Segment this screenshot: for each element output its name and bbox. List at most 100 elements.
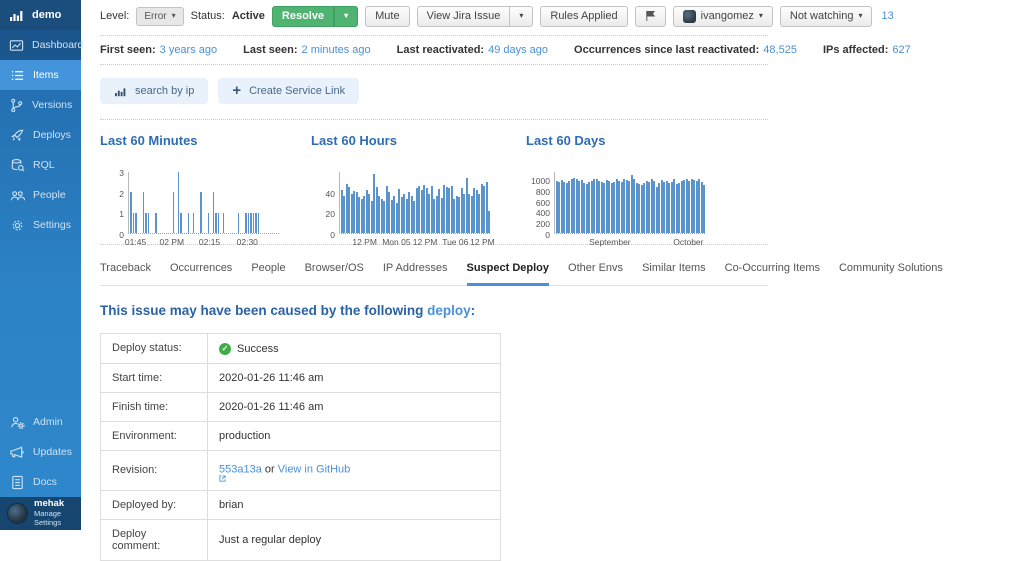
sidebar-item-people[interactable]: People bbox=[0, 180, 81, 210]
row-value: production bbox=[207, 420, 501, 451]
sidebar-item-dashboard[interactable]: Dashboard bbox=[0, 30, 84, 60]
sidebar-item-label: Admin bbox=[33, 416, 63, 428]
chevron-down-icon: ▾ bbox=[344, 11, 349, 20]
manage-settings-link[interactable]: Manage Settings bbox=[34, 509, 74, 527]
row-value: 2020-01-26 11:46 am bbox=[207, 362, 501, 393]
last-seen-link[interactable]: 2 minutes ago bbox=[302, 44, 371, 56]
chart-plot: 40 20 0 12 PM Mon 05 12 PM Tue 06 12 PM bbox=[311, 172, 526, 247]
chart-title: Last 60 Minutes bbox=[100, 133, 198, 148]
main-panel: Level: Error ▾ Status: Active Resolve ▾ … bbox=[81, 0, 1023, 561]
row-value: ✓ Success bbox=[207, 333, 501, 364]
table-row: Start time: 2020-01-26 11:46 am bbox=[100, 362, 501, 393]
row-value: Just a regular deploy bbox=[207, 519, 501, 561]
row-label: Finish time: bbox=[100, 391, 208, 422]
sidebar-item-label: Items bbox=[33, 69, 59, 81]
tab-occurrences[interactable]: Occurrences bbox=[170, 253, 232, 285]
chart-bars bbox=[128, 172, 279, 234]
tab-other-envs[interactable]: Other Envs bbox=[568, 253, 623, 285]
tab-people[interactable]: People bbox=[251, 253, 285, 285]
plus-icon: + bbox=[232, 82, 242, 99]
table-row: Deploy comment: Just a regular deploy bbox=[100, 519, 501, 561]
chart-title: Last 60 Days bbox=[526, 133, 606, 148]
brand-label: demo bbox=[32, 9, 62, 21]
stat-ips-affected: IPs affected: 627 bbox=[822, 44, 911, 56]
tab-suspect-deploy[interactable]: Suspect Deploy bbox=[466, 253, 550, 286]
sidebar-item-updates[interactable]: Updates bbox=[0, 437, 81, 467]
gear-icon bbox=[9, 218, 25, 233]
sidebar-item-rql[interactable]: RQL bbox=[0, 150, 81, 180]
chart-y-axis: 40 20 0 bbox=[325, 188, 335, 240]
sidebar-item-docs[interactable]: Docs bbox=[0, 467, 81, 497]
sidebar-item-label: Deploys bbox=[33, 129, 71, 141]
assignee-dropdown[interactable]: ivangomez ▾ bbox=[672, 5, 773, 27]
item-tabs: Traceback Occurrences People Browser/OS … bbox=[100, 253, 943, 286]
first-seen-link[interactable]: 3 years ago bbox=[160, 44, 217, 56]
deploys-rocket-icon bbox=[9, 128, 25, 143]
status-value: Active bbox=[231, 10, 265, 22]
chart-last-60-days: Last 60 Days 1000 800 600 400 200 0 September… bbox=[526, 133, 768, 247]
resolve-button[interactable]: Resolve bbox=[271, 5, 335, 27]
tab-similar-items[interactable]: Similar Items bbox=[642, 253, 706, 285]
tab-co-occurring-items[interactable]: Co-Occurring Items bbox=[725, 253, 820, 285]
chart-x-axis: 12 PM Mon 05 12 PM Tue 06 12 PM bbox=[352, 237, 495, 247]
view-jira-issue-button[interactable]: View Jira Issue bbox=[416, 5, 511, 27]
tab-traceback[interactable]: Traceback bbox=[100, 253, 151, 285]
rules-applied-button[interactable]: Rules Applied bbox=[540, 5, 628, 27]
table-row: Finish time: 2020-01-26 11:46 am bbox=[100, 391, 501, 422]
external-link-icon bbox=[219, 475, 489, 482]
tab-browser-os[interactable]: Browser/OS bbox=[305, 253, 364, 285]
sidebar: demo Dashboard Items Versions Deploys RQ… bbox=[0, 0, 84, 530]
deploy-link[interactable]: deploy bbox=[427, 303, 471, 318]
table-row: Revision: 553a13a or View in GitHub bbox=[100, 449, 501, 492]
flag-button[interactable] bbox=[634, 5, 666, 27]
sidebar-item-label: People bbox=[33, 189, 66, 201]
brand[interactable]: demo bbox=[0, 0, 81, 30]
watching-dropdown[interactable]: Not watching ▾ bbox=[779, 5, 873, 27]
ips-affected-link[interactable]: 627 bbox=[892, 44, 910, 56]
row-label: Start time: bbox=[100, 362, 208, 393]
view-in-github-link[interactable]: View in GitHub bbox=[278, 463, 351, 475]
table-row: Deploy status: ✓ Success bbox=[100, 333, 501, 364]
sidebar-item-label: Dashboard bbox=[32, 39, 84, 51]
row-value: 2020-01-26 11:46 am bbox=[207, 391, 501, 422]
chevron-down-icon: ▾ bbox=[519, 11, 524, 20]
watchers-count-link[interactable]: 13 bbox=[879, 10, 893, 22]
create-service-link-button[interactable]: + Create Service Link bbox=[218, 78, 360, 104]
level-dropdown[interactable]: Error ▾ bbox=[136, 6, 184, 26]
jira-split-button: View Jira Issue ▾ bbox=[416, 5, 534, 27]
last-reactivated-link[interactable]: 49 days ago bbox=[488, 44, 548, 56]
jira-dropdown[interactable]: ▾ bbox=[510, 5, 534, 27]
stat-first-seen: First seen: 3 years ago bbox=[100, 44, 218, 56]
sidebar-item-versions[interactable]: Versions bbox=[0, 90, 81, 120]
tab-ip-addresses[interactable]: IP Addresses bbox=[383, 253, 448, 285]
versions-branch-icon bbox=[9, 98, 24, 113]
occurrences-link[interactable]: 48,525 bbox=[763, 44, 797, 56]
stat-occurrences: Occurrences since last reactivated: 48,52… bbox=[574, 44, 797, 56]
resolve-dropdown[interactable]: ▾ bbox=[334, 5, 359, 27]
sidebar-item-admin[interactable]: Admin bbox=[0, 407, 81, 437]
user-menu[interactable]: mehak Manage Settings bbox=[0, 497, 81, 530]
rollbar-logo-icon bbox=[9, 8, 25, 22]
mute-button[interactable]: Mute bbox=[365, 5, 410, 27]
revision-link[interactable]: 553a13a bbox=[219, 463, 262, 475]
sidebar-item-label: Settings bbox=[33, 219, 71, 231]
chart-x-axis: 01:45 02 PM 02:15 02:30 bbox=[124, 237, 258, 247]
stats-row: First seen: 3 years ago Last seen: 2 minut… bbox=[100, 36, 911, 64]
deploy-details-table: Deploy status: ✓ Success Start time: 202… bbox=[100, 333, 501, 561]
stat-last-seen: Last seen: 2 minutes ago bbox=[243, 44, 371, 56]
row-value: brian bbox=[207, 490, 501, 521]
sidebar-item-items[interactable]: Items bbox=[0, 60, 81, 90]
sidebar-item-settings[interactable]: Settings bbox=[0, 210, 81, 240]
success-check-icon: ✓ bbox=[219, 342, 231, 355]
sidebar-item-deploys[interactable]: Deploys bbox=[0, 120, 81, 150]
row-label: Environment: bbox=[100, 420, 208, 451]
avatar bbox=[7, 503, 28, 524]
sidebar-item-label: Updates bbox=[32, 446, 72, 458]
search-by-ip-button[interactable]: search by ip bbox=[100, 78, 209, 104]
items-list-icon bbox=[9, 68, 25, 83]
assignee-avatar bbox=[682, 9, 696, 23]
chart-last-60-hours: Last 60 Hours 40 20 0 12 PM Mon 05 12 PM Tue … bbox=[311, 133, 526, 247]
row-label: Deployed by: bbox=[100, 490, 208, 521]
tab-community-solutions[interactable]: Community Solutions bbox=[839, 253, 943, 285]
chart-x-axis: September October bbox=[589, 237, 704, 247]
